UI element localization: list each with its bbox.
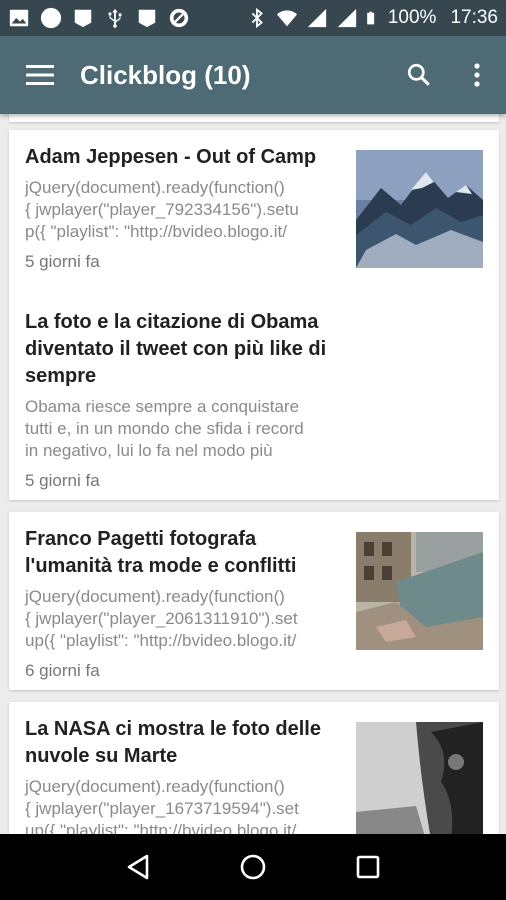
- article-excerpt: jQuery(document).ready(function() { jwpl…: [25, 178, 299, 241]
- ruins-image: [356, 532, 483, 650]
- article-excerpt: Obama riesce sempre a conquistare tutti …: [25, 397, 304, 460]
- back-button[interactable]: [108, 837, 168, 897]
- signal-icon: [337, 8, 357, 28]
- image-icon: [9, 9, 29, 27]
- article-thumbnail: [356, 722, 483, 834]
- clock: 17:36: [450, 7, 498, 28]
- bluetooth-icon: [251, 7, 263, 29]
- status-bar: 100% 17:36: [0, 0, 506, 36]
- recents-button[interactable]: [338, 837, 398, 897]
- notification-icon: [138, 9, 156, 28]
- mars-image: [356, 722, 483, 834]
- search-button[interactable]: [390, 36, 448, 114]
- article-card[interactable]: La NASA ci mostra le foto delle nuvole s…: [9, 702, 499, 834]
- article-feed[interactable]: Adam Jeppesen - Out of Camp jQuery(docum…: [0, 114, 506, 834]
- battery-icon: [367, 11, 375, 25]
- article-title: La NASA ci mostra le foto delle nuvole s…: [25, 718, 321, 767]
- article-thumbnail: [356, 150, 483, 268]
- back-icon: [127, 854, 148, 880]
- article-excerpt: jQuery(document).ready(function() { jwpl…: [25, 587, 298, 650]
- article-title: La foto e la citazione di Obama diventat…: [25, 311, 327, 387]
- menu-icon: [26, 65, 54, 85]
- signal-icon: [307, 8, 327, 28]
- usb-icon: [108, 8, 122, 28]
- article-thumbnail: [356, 532, 483, 650]
- home-icon: [240, 854, 266, 880]
- article-date: 5 giorni fa: [25, 252, 100, 271]
- wifi-icon: [276, 10, 297, 27]
- article-card[interactable]: Adam Jeppesen - Out of Camp jQuery(docum…: [9, 130, 499, 296]
- app-bar: Clickblog (10): [0, 36, 506, 114]
- article-date: 6 giorni fa: [25, 661, 100, 680]
- article-excerpt: jQuery(document).ready(function() { jwpl…: [25, 777, 299, 834]
- article-card-partial: [9, 114, 499, 122]
- overflow-menu-button[interactable]: [448, 36, 506, 114]
- article-title: Franco Pagetti fotografa l'umanità tra m…: [25, 528, 297, 577]
- battery-percent: 100%: [387, 7, 437, 28]
- article-card[interactable]: La foto e la citazione di Obama diventat…: [9, 295, 499, 500]
- navigation-bar: [0, 834, 506, 900]
- search-icon: [407, 63, 430, 86]
- menu-button[interactable]: [0, 36, 80, 114]
- article-card[interactable]: Franco Pagetti fotografa l'umanità tra m…: [9, 512, 499, 690]
- mountain-image: [356, 150, 483, 268]
- notification-icon: [74, 9, 92, 28]
- app-title: Clickblog (10): [80, 59, 251, 90]
- overflow-menu-icon: [474, 63, 480, 87]
- home-button[interactable]: [223, 837, 283, 897]
- circle-icon: [40, 7, 62, 29]
- block-icon: [169, 8, 189, 28]
- article-title: Adam Jeppesen - Out of Camp: [25, 146, 317, 168]
- article-date: 5 giorni fa: [25, 471, 100, 490]
- recents-icon: [357, 855, 380, 879]
